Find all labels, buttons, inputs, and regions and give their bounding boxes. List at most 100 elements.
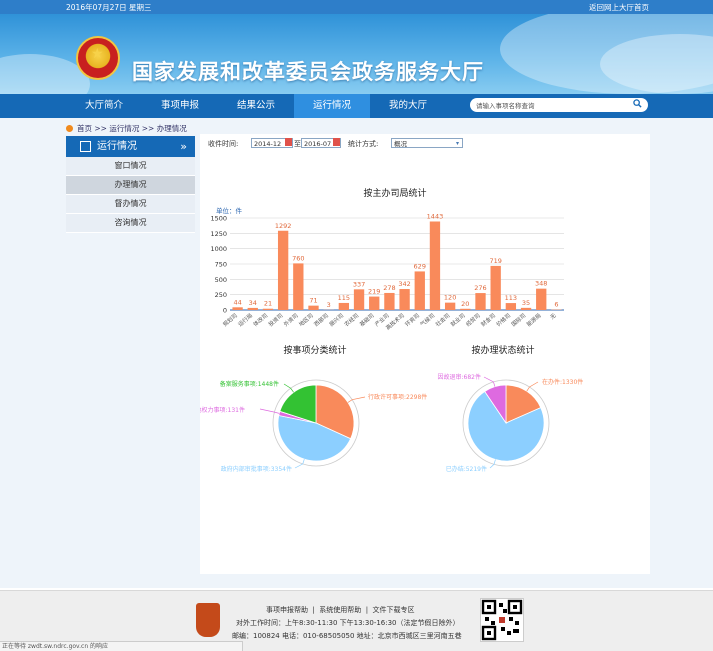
footer-link-apply-help[interactable]: 事项申报帮助: [266, 606, 308, 614]
time-label: 收件时间:: [208, 139, 238, 149]
calendar-icon[interactable]: [333, 138, 340, 146]
pie-status-title: 按办理状态统计: [448, 343, 558, 356]
x-tick-label: 振兴司: [327, 311, 345, 328]
site-banner: ★ 国家发展和改革委员会政务服务大厅: [0, 14, 713, 94]
site-title: 国家发展和改革委员会政务服务大厅: [132, 56, 484, 86]
search-input[interactable]: 请输入事项名称查询: [470, 98, 648, 112]
national-emblem-icon: ★: [76, 36, 120, 80]
bar-value-label: 120: [444, 294, 456, 302]
bar-value-label: 44: [233, 298, 241, 306]
sidebar-item-handling[interactable]: 办理情况: [66, 176, 195, 195]
breadcrumb-level1[interactable]: 运行情况: [109, 124, 139, 133]
method-value: 概况: [394, 140, 407, 148]
x-tick-label: 国际司: [510, 311, 528, 328]
sidebar-item-supervision[interactable]: 督办情况: [66, 195, 195, 214]
nav-item-operation[interactable]: 运行情况: [294, 94, 370, 118]
x-tick-label: 社会司: [434, 311, 452, 328]
y-tick-label: 1000: [210, 245, 227, 253]
sidebar: 运行情况 » 窗口情况 办理情况 督办情况 咨询情况: [66, 136, 195, 233]
sidebar-title: 运行情况: [97, 141, 137, 152]
bar-value-label: 3: [327, 301, 331, 309]
bar[interactable]: [399, 289, 409, 310]
bar[interactable]: [293, 263, 303, 310]
bar-value-label: 276: [474, 284, 486, 292]
bar[interactable]: [491, 266, 501, 310]
search-placeholder: 请输入事项名称查询: [476, 100, 535, 110]
nav-item-results[interactable]: 结果公示: [218, 94, 294, 118]
x-tick-label: 价格司: [494, 311, 512, 328]
breadcrumb-home[interactable]: 首页: [77, 124, 92, 133]
y-tick-label: 1250: [210, 230, 227, 238]
footer-sep: |: [366, 606, 368, 614]
bar[interactable]: [369, 297, 379, 310]
bar-value-label: 35: [522, 299, 530, 307]
breadcrumb: 首页 >> 运行情况 >> 办理情况: [66, 123, 187, 134]
bar[interactable]: [445, 303, 455, 310]
calendar-icon[interactable]: [285, 138, 292, 146]
x-tick-label: 能源局: [525, 311, 543, 328]
footer-link-usage-help[interactable]: 系统使用帮助: [319, 606, 361, 614]
bar[interactable]: [263, 309, 273, 310]
qr-code-icon: [480, 598, 524, 642]
bar[interactable]: [415, 271, 425, 310]
x-tick-label: 环资司: [403, 311, 421, 328]
bar-value-label: 6: [554, 301, 558, 309]
x-tick-label: 经贸司: [464, 311, 482, 328]
return-home-link[interactable]: 返回网上大厅首页: [589, 2, 649, 13]
bar-chart-title: 按主办司局统计: [330, 186, 460, 199]
footer-address: 邮编：100824 电话：010-68505050 地址：北京市西城区三里河南五…: [232, 631, 462, 641]
footer-links: 事项申报帮助 | 系统使用帮助 | 文件下载专区: [266, 605, 415, 615]
sidebar-item-window[interactable]: 窗口情况: [66, 157, 195, 176]
bar[interactable]: [536, 289, 546, 310]
nav-item-apply[interactable]: 事项申报: [142, 94, 218, 118]
y-tick-label: 250: [215, 291, 227, 299]
bar[interactable]: [384, 293, 394, 310]
service-logo-icon: [196, 603, 220, 637]
breadcrumb-level2: 办理情况: [157, 124, 187, 133]
nav-item-intro[interactable]: 大厅简介: [66, 94, 142, 118]
bar[interactable]: [339, 303, 349, 310]
x-tick-label: 投资司: [267, 311, 285, 328]
pie-slice-label: 已办结:5219件: [446, 465, 487, 473]
bar[interactable]: [278, 231, 288, 310]
bar-value-label: 34: [249, 299, 257, 307]
footer-link-downloads[interactable]: 文件下载专区: [373, 606, 415, 614]
nav-item-my-hall[interactable]: 我的大厅: [370, 94, 446, 118]
bar[interactable]: [248, 308, 258, 310]
bar[interactable]: [521, 308, 531, 310]
pie-slice-label: 政府内部审批事项:3354件: [221, 465, 292, 473]
method-select[interactable]: 概况 ▾: [391, 138, 463, 148]
y-tick-label: 0: [223, 307, 227, 315]
bar-value-label: 71: [309, 297, 317, 305]
bar[interactable]: [460, 309, 470, 310]
start-date-value: 2014-12: [254, 140, 281, 148]
bar-value-label: 278: [383, 284, 395, 292]
footer-sep: |: [312, 606, 314, 614]
pie-slice-label: 行政许可事项:2298件: [368, 393, 427, 401]
bar[interactable]: [308, 306, 318, 310]
x-tick-label: 财金司: [479, 311, 497, 328]
sidebar-item-consultation[interactable]: 咨询情况: [66, 214, 195, 233]
bar-value-label: 760: [292, 254, 304, 262]
bar[interactable]: [506, 303, 516, 310]
sidebar-header[interactable]: 运行情况 »: [66, 136, 195, 157]
bar[interactable]: [354, 289, 364, 310]
bar[interactable]: [232, 307, 242, 310]
bar[interactable]: [430, 221, 440, 310]
x-tick-label: 运行局: [236, 311, 254, 328]
y-tick-label: 750: [215, 261, 227, 269]
building-icon: [80, 141, 91, 152]
date-text: 2016年07月27日 星期三: [66, 2, 152, 13]
bar-value-label: 1443: [427, 212, 444, 220]
bar-value-label: 348: [535, 280, 547, 288]
y-tick-label: 500: [215, 276, 227, 284]
x-tick-label: 气候司: [418, 311, 436, 328]
pie-leader-line: [284, 384, 294, 392]
x-tick-label: 西部司: [312, 311, 330, 328]
bar[interactable]: [475, 293, 485, 310]
home-icon: [66, 125, 73, 132]
x-tick-label: 基础司: [358, 311, 376, 328]
bar-value-label: 113: [505, 294, 517, 302]
bar-value-label: 115: [338, 294, 350, 302]
search-icon[interactable]: [633, 99, 642, 108]
